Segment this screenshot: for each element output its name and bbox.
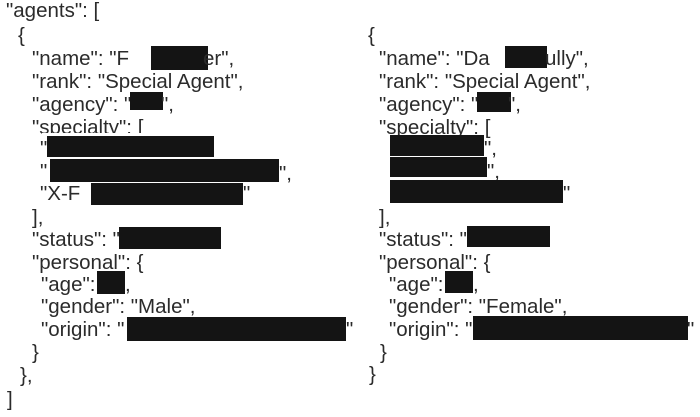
left-spec3-end: " (243, 182, 251, 205)
right-personal-open: "personal": { (379, 251, 491, 274)
redaction-block (445, 271, 473, 293)
left-age-prefix: "age": (41, 273, 96, 296)
left-specialty-close: ], (32, 206, 44, 229)
left-origin-suffix: " (346, 318, 354, 341)
left-gender: "gender": "Male", (41, 295, 196, 318)
right-name-suffix: ully", (545, 47, 589, 70)
right-age-suffix: , (473, 273, 479, 296)
redaction-block (50, 159, 279, 182)
right-agency-suffix: ", (508, 93, 521, 116)
redaction-block (127, 317, 346, 341)
left-agency-prefix: "agency": " (32, 93, 132, 116)
right-inner-close: } (380, 341, 387, 364)
redaction-block (47, 136, 214, 157)
left-spec3-prefix: "X-F (40, 182, 81, 205)
redaction-block (151, 46, 208, 70)
left-inner-close: } (32, 341, 39, 364)
right-specialty-close: ], (379, 206, 391, 229)
redaction-block (390, 135, 484, 156)
right-open-brace: { (368, 24, 375, 47)
redaction-block (505, 46, 547, 68)
redaction-block (91, 183, 243, 205)
redaction-block (473, 316, 688, 340)
left-age-suffix: , (125, 273, 131, 296)
right-outer-close: } (369, 363, 376, 386)
left-origin-prefix: "origin": " (41, 318, 125, 341)
json-document: "agents": [ { "name": "F er", "rank": "S… (0, 0, 700, 417)
redaction-block (390, 157, 487, 177)
right-name-prefix: "name": "Da (379, 47, 490, 70)
redaction-block (97, 271, 125, 294)
right-age-prefix: "age": (389, 273, 444, 296)
left-spec2-end: ", (279, 162, 292, 185)
redaction-block (130, 92, 163, 110)
right-origin-prefix: "origin": " (389, 318, 473, 341)
redaction-block (477, 92, 511, 112)
left-outer-close: }, (20, 364, 33, 387)
right-status-prefix: "status": " (379, 228, 467, 251)
redaction-block (119, 227, 221, 249)
left-status-prefix: "status": " (32, 228, 120, 251)
right-origin-suffix: " (687, 318, 695, 341)
left-name-prefix: "name": "F (32, 47, 130, 70)
right-agency-prefix: "agency": " (379, 93, 479, 116)
left-spec2-quote: " (40, 160, 48, 183)
right-spec3-end: " (563, 182, 571, 205)
right-rank: "rank": "Special Agent", (379, 70, 591, 93)
agents-key: "agents": [ (6, 0, 100, 22)
right-gender: "gender": "Female", (389, 295, 568, 318)
array-close: ] (7, 388, 13, 411)
redaction-block (390, 180, 563, 203)
left-personal-open: "personal": { (32, 251, 144, 274)
left-agency-suffix: ", (161, 93, 174, 116)
left-open-brace: { (18, 24, 25, 47)
left-name-suffix: er", (203, 47, 235, 70)
left-rank: "rank": "Special Agent", (32, 70, 244, 93)
redaction-block (467, 226, 550, 247)
